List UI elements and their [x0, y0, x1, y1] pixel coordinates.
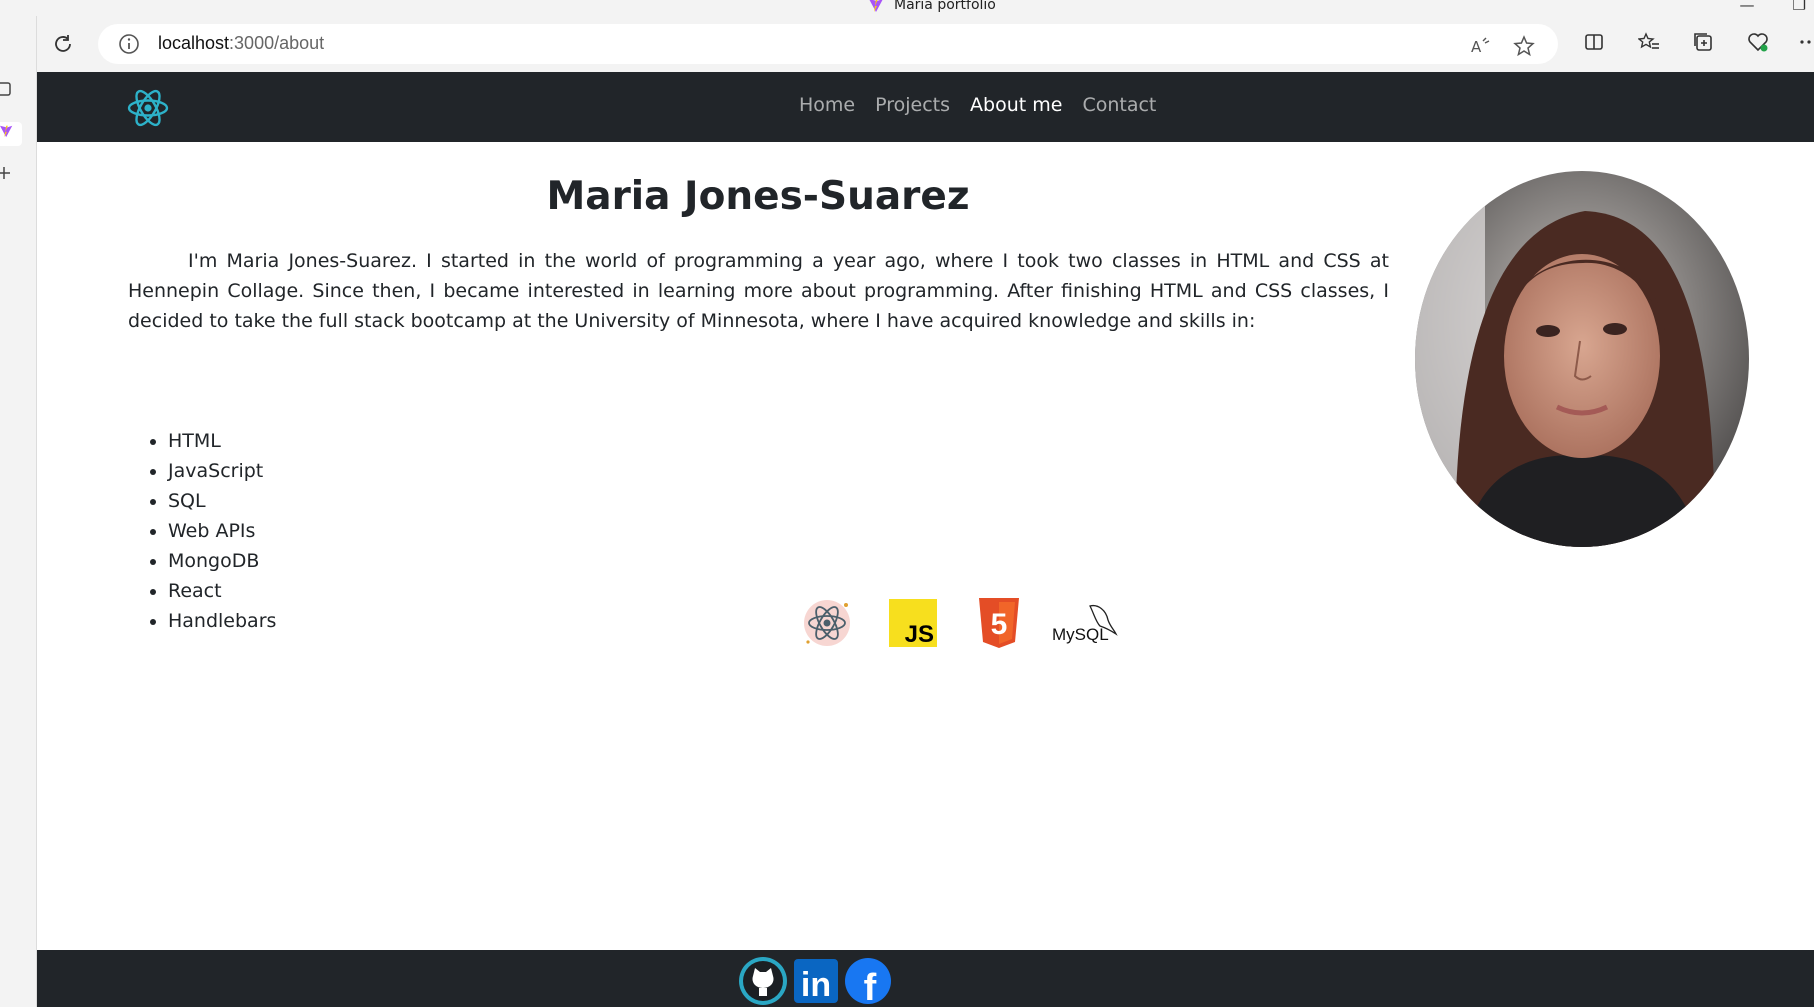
url-path: :3000/about [229, 33, 325, 53]
refresh-icon[interactable] [49, 30, 77, 58]
skills-list: HTML JavaScript SQL Web APIs MongoDB Rea… [128, 426, 276, 636]
js-label: JS [905, 621, 934, 647]
sidebar-tab-vite-icon[interactable] [0, 122, 22, 146]
collections-icon[interactable] [1690, 29, 1716, 55]
facebook-label: f [864, 967, 877, 1006]
github-icon[interactable] [738, 956, 788, 1006]
nav-contact[interactable]: Contact [1082, 94, 1156, 116]
favorite-star-icon[interactable] [1512, 34, 1536, 58]
nav-about-me[interactable]: About me [970, 94, 1062, 116]
more-options-icon[interactable] [1796, 29, 1814, 55]
mysql-label: MySQL [1052, 625, 1109, 644]
svg-text:A: A [1471, 38, 1482, 56]
browser-toolbar: localhost:3000/about A [0, 16, 1814, 72]
tab-actions-icon[interactable] [0, 80, 24, 104]
favorites-icon[interactable] [1636, 29, 1662, 55]
profile-photo [1415, 171, 1749, 547]
skill-item: Handlebars [168, 606, 276, 636]
bio-paragraph: I'm Maria Jones-Suarez. I started in the… [128, 250, 1389, 332]
split-screen-icon[interactable] [1581, 29, 1607, 55]
url-host: localhost [158, 33, 230, 53]
maximize-icon[interactable]: ❐ [1793, 0, 1806, 14]
url-text[interactable]: localhost:3000/about [158, 33, 324, 54]
address-bar[interactable]: localhost:3000/about A [98, 24, 1558, 64]
nav-links: Home Projects About me Contact [799, 94, 1156, 116]
page-title: Maria Jones-Suarez [546, 174, 970, 219]
skill-item: MongoDB [168, 546, 276, 576]
window-titlebar: Maria portfolio — ❐ [0, 0, 1814, 16]
skill-item: SQL [168, 486, 276, 516]
linkedin-icon[interactable]: in [791, 956, 841, 1006]
skill-item: JavaScript [168, 456, 276, 486]
react-icon [784, 592, 870, 654]
nav-projects[interactable]: Projects [875, 94, 950, 116]
javascript-icon: JS [870, 592, 956, 654]
html5-icon: 5 [956, 592, 1042, 654]
new-tab-icon[interactable] [0, 164, 24, 188]
read-aloud-icon[interactable]: A [1468, 34, 1492, 58]
vite-favicon-icon [869, 0, 883, 12]
linkedin-label: in [801, 966, 831, 1004]
facebook-icon[interactable]: f [843, 956, 893, 1006]
skill-item: React [168, 576, 276, 606]
footer: in f [37, 950, 1814, 1007]
navbar: Home Projects About me Contact [37, 72, 1814, 142]
html5-label: 5 [991, 608, 1008, 641]
tab-title-text: Maria portfolio [894, 0, 996, 13]
mysql-icon: MySQL [1042, 592, 1128, 654]
browser-essentials-icon[interactable] [1745, 29, 1771, 55]
skill-item: HTML [168, 426, 276, 456]
skill-item: Web APIs [168, 516, 276, 546]
nav-home[interactable]: Home [799, 94, 855, 116]
browser-sidebar [0, 16, 37, 1007]
site-info-icon[interactable] [118, 33, 140, 55]
tech-icons-row: JS 5 MySQL [784, 592, 1128, 654]
react-logo-icon[interactable] [126, 86, 170, 130]
window-controls: — ❐ [1740, 0, 1814, 14]
tab-title[interactable]: Maria portfolio [868, 0, 996, 13]
minimize-icon[interactable]: — [1740, 0, 1755, 14]
page-viewport: Home Projects About me Contact Maria Jon… [37, 72, 1814, 1007]
